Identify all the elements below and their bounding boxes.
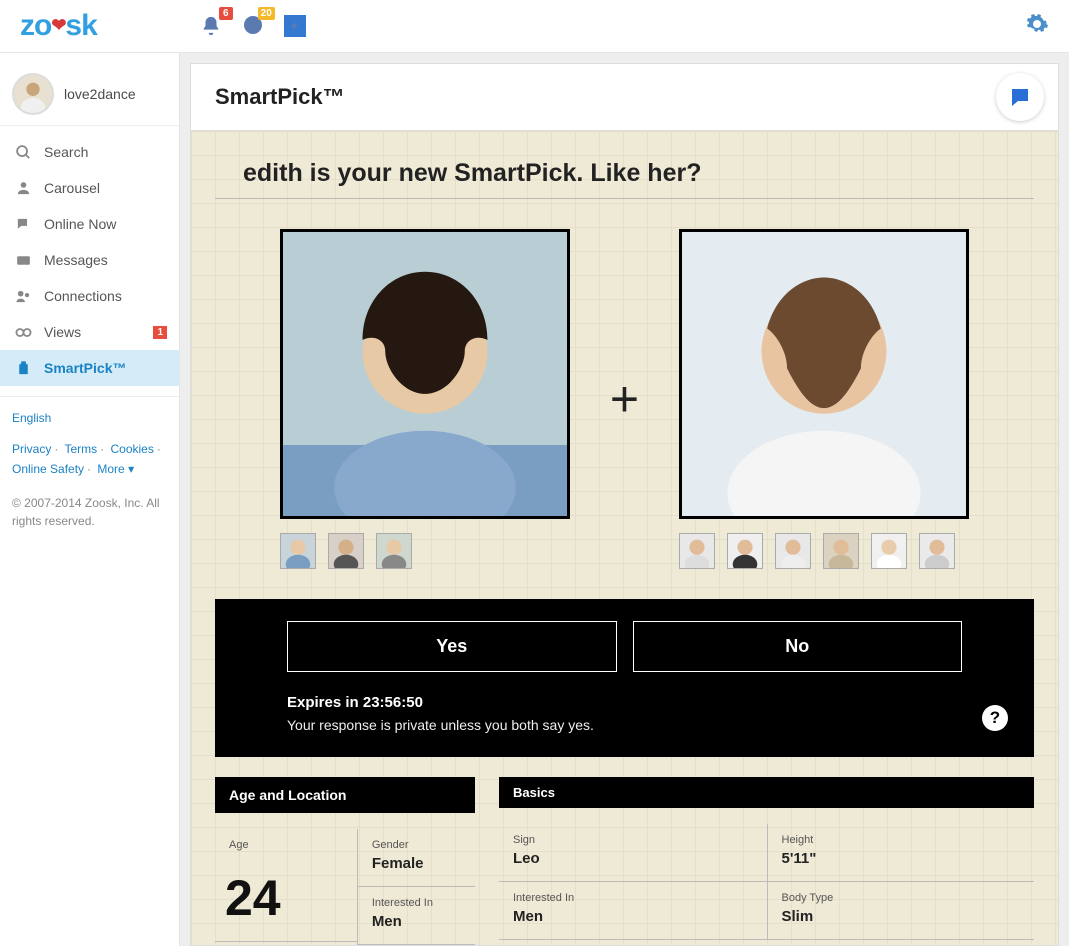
- age-value: 24: [215, 855, 357, 942]
- body-value: Slim: [782, 908, 1021, 925]
- height-value: 5'11": [782, 850, 1021, 867]
- self-thumb[interactable]: [679, 533, 715, 569]
- copyright: © 2007-2014 Zoosk, Inc. All rights reser…: [12, 494, 167, 530]
- user-avatar: [12, 73, 54, 115]
- messages-icon: [14, 251, 32, 269]
- interested-value: Men: [372, 913, 461, 930]
- smartpick-content: edith is your new SmartPick. Like her? +: [190, 131, 1059, 946]
- page-header: SmartPick™: [190, 63, 1059, 131]
- section-header-basics: Basics: [499, 777, 1034, 808]
- self-thumb[interactable]: [727, 533, 763, 569]
- self-main-photo[interactable]: [679, 229, 969, 519]
- privacy-link[interactable]: Privacy: [12, 442, 51, 456]
- nav-connections[interactable]: Connections: [0, 278, 179, 314]
- interested2-value: Men: [513, 908, 753, 925]
- sign-value: Leo: [513, 850, 753, 867]
- basics-section: Basics SignLeo Height5'11" Interested In…: [499, 777, 1034, 945]
- username: love2dance: [64, 86, 136, 102]
- brand-logo[interactable]: zo❤sk: [20, 9, 97, 43]
- page-title: SmartPick™: [215, 84, 345, 109]
- nav-search[interactable]: Search: [0, 134, 179, 170]
- age-location-section: Age and Location Age 24 GenderFemale Int…: [215, 777, 475, 945]
- self-photo-column: [679, 229, 969, 569]
- match-thumb[interactable]: [376, 533, 412, 569]
- nav-messages[interactable]: Messages: [0, 242, 179, 278]
- photos-row: +: [191, 199, 1058, 599]
- more-link[interactable]: More ▾: [97, 462, 134, 476]
- terms-link[interactable]: Terms: [64, 442, 97, 456]
- self-thumb[interactable]: [775, 533, 811, 569]
- self-thumb[interactable]: [919, 533, 955, 569]
- match-thumb[interactable]: [280, 533, 316, 569]
- match-thumb[interactable]: [328, 533, 364, 569]
- privacy-note: Your response is private unless you both…: [287, 717, 962, 733]
- plus-icon: +: [610, 370, 639, 428]
- nav-views[interactable]: Views1: [0, 314, 179, 350]
- expires-text: Expires in 23:56:50: [287, 694, 962, 711]
- no-button[interactable]: No: [633, 621, 963, 672]
- connections-icon: [14, 287, 32, 305]
- safety-link[interactable]: Online Safety: [12, 462, 84, 476]
- smartpick-prompt: edith is your new SmartPick. Like her?: [215, 131, 1034, 199]
- self-thumb[interactable]: [823, 533, 859, 569]
- match-thumbs: [280, 533, 412, 569]
- topbar-icons: 6 20: [197, 12, 309, 40]
- main-content: SmartPick™ edith is your new SmartPick. …: [180, 53, 1069, 946]
- profile-info: Age and Location Age 24 GenderFemale Int…: [191, 777, 1058, 945]
- notif-badge: 6: [219, 7, 233, 20]
- match-main-photo[interactable]: [280, 229, 570, 519]
- nav-online[interactable]: Online Now: [0, 206, 179, 242]
- action-box: Yes No Expires in 23:56:50 Your response…: [215, 599, 1034, 757]
- nav-smartpick[interactable]: SmartPick™: [0, 350, 179, 386]
- match-photo-column: [280, 229, 570, 569]
- section-header-age: Age and Location: [215, 777, 475, 813]
- cookies-link[interactable]: Cookies: [110, 442, 153, 456]
- user-profile-link[interactable]: love2dance: [0, 63, 179, 126]
- help-icon[interactable]: ?: [982, 705, 1008, 731]
- search-icon: [14, 143, 32, 161]
- boost-icon[interactable]: [281, 12, 309, 40]
- sidebar: love2dance Search Carousel Online Now Me…: [0, 53, 180, 946]
- notifications-icon[interactable]: 6: [197, 12, 225, 40]
- carousel-icon: [14, 179, 32, 197]
- self-thumbs: [679, 533, 955, 569]
- chat-badge: 20: [258, 7, 275, 20]
- nav-carousel[interactable]: Carousel: [0, 170, 179, 206]
- sidebar-footer: English Privacy· Terms· Cookies· Online …: [0, 396, 179, 544]
- views-icon: [14, 323, 32, 341]
- topbar: zo❤sk 6 20: [0, 0, 1069, 53]
- yes-button[interactable]: Yes: [287, 621, 617, 672]
- smartpick-icon: [14, 359, 32, 377]
- chat-button[interactable]: [996, 73, 1044, 121]
- chevron-down-icon: ▾: [128, 462, 134, 476]
- views-badge: 1: [153, 326, 167, 339]
- gender-value: Female: [372, 855, 461, 872]
- settings-icon[interactable]: [1025, 12, 1049, 41]
- self-thumb[interactable]: [871, 533, 907, 569]
- chat-icon[interactable]: 20: [239, 12, 267, 40]
- lang-link[interactable]: English: [12, 411, 51, 425]
- online-icon: [14, 215, 32, 233]
